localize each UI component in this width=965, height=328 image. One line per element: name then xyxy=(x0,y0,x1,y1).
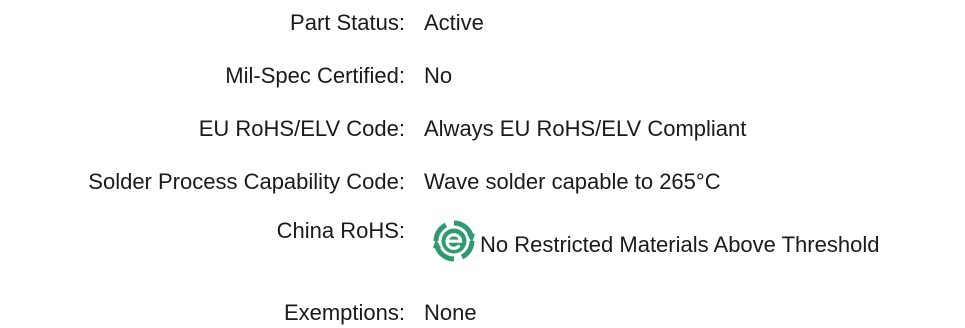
part-status-label: Part Status: xyxy=(290,10,405,35)
spec-row-mil-spec: Mil-Spec Certified: No xyxy=(0,61,965,91)
mil-spec-value: No xyxy=(424,63,453,88)
china-rohs-value-text: No Restricted Materials Above Threshold xyxy=(480,232,880,257)
eu-rohs-value: Always EU RoHS/ELV Compliant xyxy=(424,116,747,141)
part-status-value: Active xyxy=(424,10,484,35)
exemptions-label: Exemptions: xyxy=(283,300,405,325)
eu-rohs-label: EU RoHS/ELV Code: xyxy=(198,116,405,141)
spec-row-part-status: Part Status: Active xyxy=(0,8,965,38)
mil-spec-label: Mil-Spec Certified: xyxy=(225,63,405,88)
spec-row-eu-rohs: EU RoHS/ELV Code: Always EU RoHS/ELV Com… xyxy=(0,114,965,144)
exemptions-value: None xyxy=(424,300,477,325)
china-rohs-green-e-icon xyxy=(433,220,475,262)
spec-row-solder-process: Solder Process Capability Code: Wave sol… xyxy=(0,167,965,197)
china-rohs-label: China RoHS: xyxy=(276,218,405,243)
spec-row-exemptions: Exemptions: None xyxy=(0,298,965,328)
solder-process-value: Wave solder capable to 265°C xyxy=(424,169,721,194)
solder-process-label: Solder Process Capability Code: xyxy=(88,169,405,194)
china-rohs-value: No Restricted Materials Above Threshold xyxy=(432,219,879,263)
spec-row-china-rohs: China RoHS: No Restricted Materials Abov… xyxy=(0,216,965,262)
